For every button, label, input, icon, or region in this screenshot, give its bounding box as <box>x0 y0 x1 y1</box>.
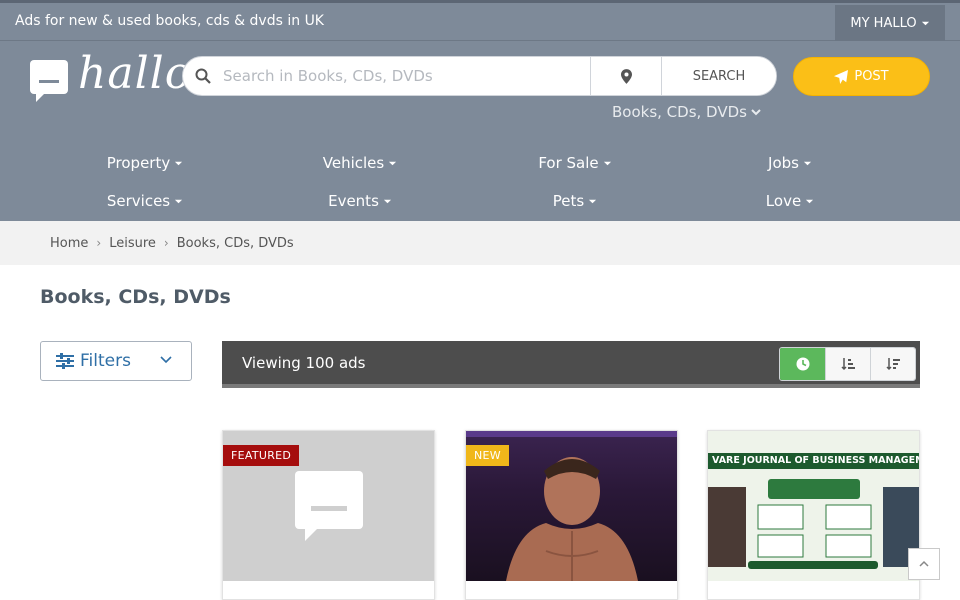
search-bar: SEARCH <box>182 56 777 96</box>
top-bar: Ads for new & used books, cds & dvds in … <box>0 0 960 41</box>
paper-plane-icon <box>834 69 849 84</box>
caret-down-icon <box>589 199 597 203</box>
nav-label: Love <box>765 192 802 210</box>
site-tagline: Ads for new & used books, cds & dvds in … <box>15 13 324 29</box>
sort-ascending-icon <box>841 358 855 371</box>
sort-by-date-button[interactable] <box>780 348 825 380</box>
ad-image: VARE JOURNAL OF BUSINESS MANAGEMENT (I <box>708 431 919 581</box>
nav-item-jobs[interactable]: Jobs <box>670 154 910 172</box>
logo-text: hallo <box>78 48 193 99</box>
map-marker-icon <box>620 68 632 84</box>
new-badge: NEW <box>466 445 509 466</box>
caret-down-icon <box>806 199 814 203</box>
nav-label: For Sale <box>538 154 599 172</box>
ad-card[interactable]: NEW <box>465 430 678 600</box>
page-title: Books, CDs, DVDs <box>40 286 231 308</box>
search-icon <box>183 68 223 84</box>
nav-item-love[interactable]: Love <box>670 192 910 210</box>
logo-icon <box>30 60 68 102</box>
breadcrumb-leisure[interactable]: Leisure <box>109 236 156 251</box>
nav-label: Jobs <box>768 154 799 172</box>
filters-button[interactable]: Filters <box>40 341 192 381</box>
sort-descending-button[interactable] <box>870 348 915 380</box>
ad-count: Viewing 100 ads <box>242 354 366 372</box>
post-button-label: POST <box>854 69 889 84</box>
breadcrumb-current: Books, CDs, DVDs <box>176 235 294 251</box>
caret-down-icon <box>603 161 611 165</box>
clock-icon <box>796 357 809 371</box>
chevron-right-icon: › <box>96 236 102 250</box>
caret-down-icon <box>921 21 929 25</box>
nav-item-vehicles[interactable]: Vehicles <box>240 154 480 172</box>
hallo-logo[interactable]: hallo <box>30 48 191 102</box>
my-hallo-label: MY HALLO <box>850 15 917 31</box>
breadcrumb-home[interactable]: Home <box>50 236 88 251</box>
site-header: hallo SEARCH Books, CDs, DVDs POST Prope… <box>0 41 960 221</box>
nav-item-for-sale[interactable]: For Sale <box>455 154 695 172</box>
nav-label: Property <box>106 154 171 172</box>
my-hallo-menu[interactable]: MY HALLO <box>835 5 945 41</box>
search-button[interactable]: SEARCH <box>662 57 776 95</box>
category-select-value: Books, CDs, DVDs <box>612 103 747 121</box>
nav-label: Vehicles <box>322 154 385 172</box>
sort-buttons <box>779 347 916 381</box>
sort-descending-icon <box>886 358 900 371</box>
caret-down-icon <box>175 161 183 165</box>
nav-item-pets[interactable]: Pets <box>455 192 695 210</box>
caret-down-icon <box>175 199 183 203</box>
chevron-right-icon: › <box>163 236 169 250</box>
no-image-icon <box>295 471 363 541</box>
ad-card[interactable]: VARE JOURNAL OF BUSINESS MANAGEMENT (I <box>707 430 920 600</box>
nav-label: Events <box>328 192 379 210</box>
caret-down-icon <box>751 109 761 116</box>
sort-ascending-button[interactable] <box>825 348 870 380</box>
nav-item-events[interactable]: Events <box>240 192 480 210</box>
sliders-icon <box>56 353 74 369</box>
post-button[interactable]: POST <box>793 57 930 96</box>
breadcrumb: Home › Leisure › Books, CDs, DVDs <box>0 221 960 265</box>
chevron-down-icon <box>160 356 172 364</box>
filters-label: Filters <box>80 351 131 371</box>
caret-down-icon <box>389 161 397 165</box>
caret-down-icon <box>383 199 391 203</box>
nav-item-property[interactable]: Property <box>25 154 265 172</box>
category-select[interactable]: Books, CDs, DVDs <box>612 103 761 121</box>
ad-card[interactable]: FEATURED <box>222 430 435 600</box>
chevron-up-icon <box>919 560 929 567</box>
scroll-to-top-button[interactable] <box>908 548 940 580</box>
journal-title: VARE JOURNAL OF BUSINESS MANAGEMENT (I <box>712 455 919 466</box>
search-input[interactable] <box>223 57 590 95</box>
nav-label: Services <box>106 192 171 210</box>
nav-label: Pets <box>552 192 585 210</box>
location-button[interactable] <box>590 57 662 95</box>
nav-item-services[interactable]: Services <box>25 192 265 210</box>
listing-toolbar: Viewing 100 ads <box>222 341 920 388</box>
caret-down-icon <box>803 161 812 165</box>
featured-badge: FEATURED <box>223 445 300 466</box>
